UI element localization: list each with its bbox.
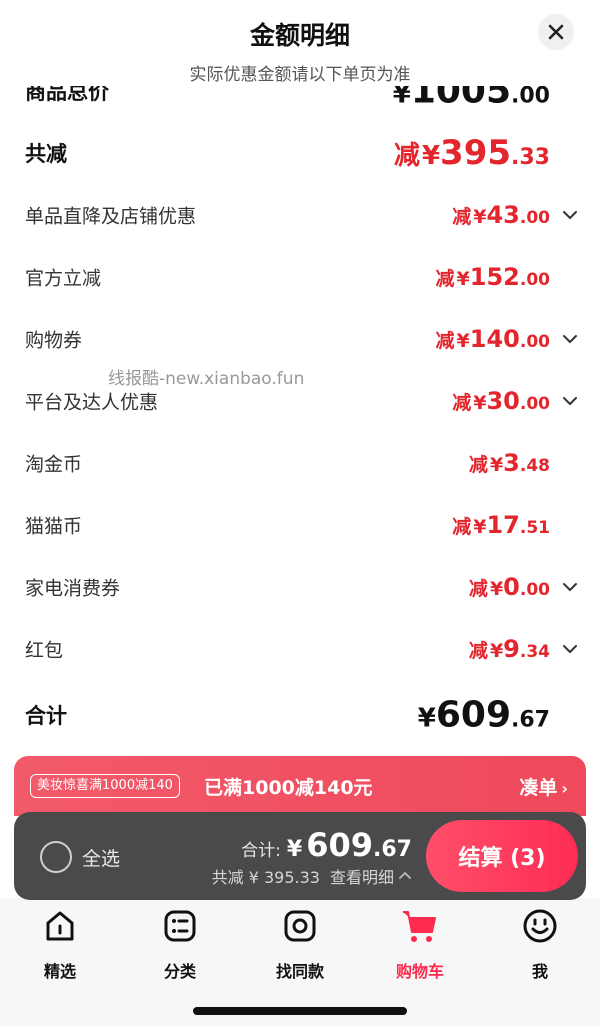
row-grand-total: 合计 ¥609.67	[0, 690, 600, 740]
row-label: 红包	[25, 639, 64, 662]
row-amount: ¥609.67	[417, 694, 550, 736]
promo-tag: 美妆惊喜满1000减140	[30, 774, 180, 798]
chevron-down-icon[interactable]	[562, 207, 578, 223]
row-amount: 减 ¥30.00	[452, 387, 550, 415]
row-taojinbi: 淘金币 减 ¥3.48	[0, 438, 600, 488]
row-amount: 减 ¥9.34	[468, 635, 550, 663]
chevron-right-icon: ›	[561, 779, 568, 798]
home-indicator[interactable]	[193, 1007, 407, 1015]
profile-icon	[523, 909, 557, 943]
row-maomaobi: 猫猫币 减 ¥17.51	[0, 500, 600, 550]
tab-find-similar[interactable]: 找同款	[255, 906, 345, 982]
row-label: 官方立减	[25, 267, 102, 290]
row-amount: 减 ¥3.48	[468, 449, 550, 477]
row-label: 平台及达人优惠	[25, 391, 159, 414]
checkout-saved[interactable]: 共减 ¥ 395.33 查看明细	[212, 864, 412, 888]
view-details-link[interactable]: 查看明细	[330, 864, 394, 888]
promo-text: 已满1000减140元	[204, 777, 373, 799]
checkout-total: 合计: ¥ 609 .67	[241, 826, 412, 864]
bottom-tab-bar: 精选 分类 找同款 购物车 我	[0, 898, 600, 1026]
select-all-toggle[interactable]: 全选	[40, 841, 120, 873]
checkout-button[interactable]: 结算 (3)	[426, 820, 578, 892]
tab-cart[interactable]: 购物车	[375, 906, 465, 982]
tab-category[interactable]: 分类	[135, 906, 225, 982]
row-store-discount[interactable]: 单品直降及店铺优惠 减 ¥43.00	[0, 190, 600, 240]
promo-bar: 美妆惊喜满1000减140 已满1000减140元 凑单 ›	[14, 756, 586, 816]
row-amount: 减 ¥395.33	[393, 133, 550, 173]
camera-icon	[284, 910, 316, 942]
row-official-discount: 官方立减 减 ¥152.00	[0, 252, 600, 302]
row-red-packet[interactable]: 红包 减 ¥9.34	[0, 624, 600, 674]
select-all-label: 全选	[82, 847, 121, 870]
row-label: 家电消费券	[25, 577, 121, 600]
checkbox-circle-icon[interactable]	[40, 841, 72, 873]
row-coupon[interactable]: 购物券 减 ¥140.00	[0, 314, 600, 364]
chevron-down-icon[interactable]	[562, 393, 578, 409]
chevron-down-icon[interactable]	[562, 331, 578, 347]
row-total-discount: 共减 减 ¥395.33	[0, 128, 600, 178]
chevron-up-icon[interactable]	[398, 869, 412, 883]
saved-amount: 共减 ¥ 395.33	[211, 868, 320, 887]
close-icon	[548, 24, 564, 40]
row-amount: 减 ¥152.00	[435, 263, 550, 291]
tab-label: 分类	[163, 962, 196, 981]
add-items-label: 凑单	[519, 777, 558, 799]
tab-home[interactable]: 精选	[15, 906, 105, 982]
cart-icon	[403, 911, 436, 942]
tab-label: 找同款	[275, 962, 324, 981]
row-label: 淘金币	[25, 453, 83, 476]
sheet-subtitle: 实际优惠金额请以下单页为准	[189, 65, 411, 85]
tab-label: 我	[531, 962, 548, 981]
row-label: 猫猫币	[25, 515, 83, 538]
home-icon	[46, 911, 74, 941]
row-label: 单品直降及店铺优惠	[25, 205, 197, 228]
watermark-text: 线报酷-new.xianbao.fun	[108, 369, 305, 389]
row-amount: 减 ¥17.51	[452, 511, 550, 539]
row-amount: 减 ¥0.00	[468, 573, 550, 601]
sheet-title: 金额明细	[249, 21, 350, 50]
add-items-link[interactable]: 凑单 ›	[519, 773, 568, 800]
checkout-bar: 全选 合计: ¥ 609 .67 共减 ¥ 395.33 查看明细 结算 (3)	[14, 812, 586, 900]
close-button[interactable]	[538, 14, 574, 50]
tab-label: 精选	[43, 962, 76, 981]
row-amount: 减 ¥140.00	[435, 325, 550, 353]
row-appliance-coupon[interactable]: 家电消费券 减 ¥0.00	[0, 562, 600, 612]
chevron-down-icon[interactable]	[562, 641, 578, 657]
category-icon	[164, 910, 196, 942]
tab-label: 购物车	[395, 962, 444, 981]
chevron-down-icon[interactable]	[562, 579, 578, 595]
row-label: 购物券	[25, 329, 83, 352]
tab-profile[interactable]: 我	[495, 906, 585, 982]
row-label: 共减	[25, 142, 67, 166]
row-amount: 减 ¥43.00	[452, 201, 550, 229]
sheet-header: 金额明细 实际优惠金额请以下单页为准	[0, 0, 600, 86]
row-label: 合计	[25, 704, 67, 728]
